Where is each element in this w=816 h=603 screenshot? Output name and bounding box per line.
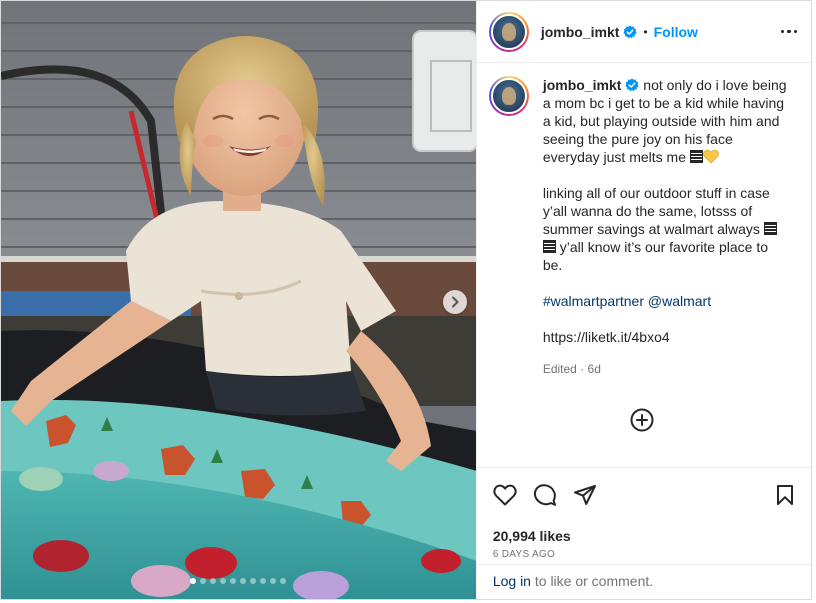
post-photo bbox=[1, 1, 476, 599]
follow-button[interactable]: Follow bbox=[654, 24, 698, 40]
save-button[interactable] bbox=[775, 484, 795, 506]
next-chevron-icon bbox=[452, 296, 459, 308]
emoji-glyph-icon bbox=[763, 222, 777, 235]
caption-row: jombo_imkt not only do i love being a mo… bbox=[488, 76, 795, 378]
post-sidebar: jombo_imkt • Follow jombo_imkt not only … bbox=[475, 1, 811, 599]
emoji-glyph-icon bbox=[542, 240, 556, 253]
caption-meta: Edited · 6d bbox=[543, 360, 787, 378]
carousel-dot bbox=[240, 578, 247, 584]
post-caption: jombo_imkt not only do i love being a mo… bbox=[542, 76, 787, 378]
more-options-icon[interactable] bbox=[780, 29, 797, 34]
heart-icon bbox=[493, 484, 517, 506]
carousel-dot bbox=[250, 578, 257, 584]
emoji-glyph-icon bbox=[689, 150, 703, 163]
post-media[interactable] bbox=[1, 1, 476, 599]
author-avatar[interactable] bbox=[488, 11, 529, 52]
author-username[interactable]: jombo_imkt bbox=[541, 24, 620, 40]
carousel-dot bbox=[210, 578, 217, 584]
mention-link[interactable]: @walmart bbox=[648, 293, 711, 309]
verified-badge-icon bbox=[623, 25, 637, 38]
caption-text-2a: linking all of our outdoor stuff in case… bbox=[542, 185, 770, 237]
caption-url[interactable]: https://liketk.it/4bxo4 bbox=[543, 329, 670, 345]
carousel-indicator bbox=[1, 578, 476, 584]
carousel-dot bbox=[260, 578, 267, 584]
post-time[interactable]: 6 DAYS AGO bbox=[493, 549, 795, 560]
verified-badge-icon bbox=[625, 78, 639, 92]
header-separator: • bbox=[643, 24, 648, 39]
comments-section: jombo_imkt not only do i love being a mo… bbox=[477, 63, 811, 467]
load-more-comments-button[interactable] bbox=[489, 408, 795, 432]
comment-icon bbox=[533, 484, 556, 506]
likes-count[interactable]: 20,994 likes bbox=[493, 528, 795, 544]
carousel-dot bbox=[200, 578, 207, 584]
hashtag-link[interactable]: #walmartpartner bbox=[543, 293, 644, 309]
load-more-comments-icon bbox=[630, 408, 654, 432]
share-button[interactable] bbox=[573, 483, 597, 507]
edited-label: Edited bbox=[542, 362, 577, 376]
login-prompt: Log in to like or comment. bbox=[476, 564, 811, 599]
meta-separator: · bbox=[580, 362, 585, 376]
caption-text-2b: y’all know it’s our favorite place to be… bbox=[542, 239, 769, 273]
carousel-dot bbox=[280, 578, 287, 584]
login-prompt-text: to like or comment. bbox=[530, 573, 654, 589]
caption-age[interactable]: 6d bbox=[588, 362, 601, 376]
post-dialog: jombo_imkt • Follow jombo_imkt not only … bbox=[0, 0, 812, 600]
post-actions: 20,994 likes 6 DAYS AGO Log in to like o… bbox=[476, 467, 811, 599]
carousel-dot bbox=[270, 578, 277, 584]
carousel-dot bbox=[230, 578, 237, 584]
login-link[interactable]: Log in bbox=[493, 573, 531, 589]
caption-avatar[interactable] bbox=[488, 76, 529, 116]
carousel-dot bbox=[220, 578, 227, 584]
share-icon bbox=[573, 485, 596, 505]
post-header: jombo_imkt • Follow bbox=[476, 1, 811, 63]
yellow-heart-emoji-icon bbox=[703, 149, 719, 164]
next-slide-button[interactable] bbox=[443, 290, 467, 314]
like-button[interactable] bbox=[493, 484, 517, 506]
action-row bbox=[493, 482, 795, 508]
caption-username[interactable]: jombo_imkt bbox=[543, 77, 622, 93]
carousel-dot bbox=[190, 578, 197, 584]
comment-button[interactable] bbox=[533, 483, 557, 507]
bookmark-icon bbox=[777, 485, 793, 505]
